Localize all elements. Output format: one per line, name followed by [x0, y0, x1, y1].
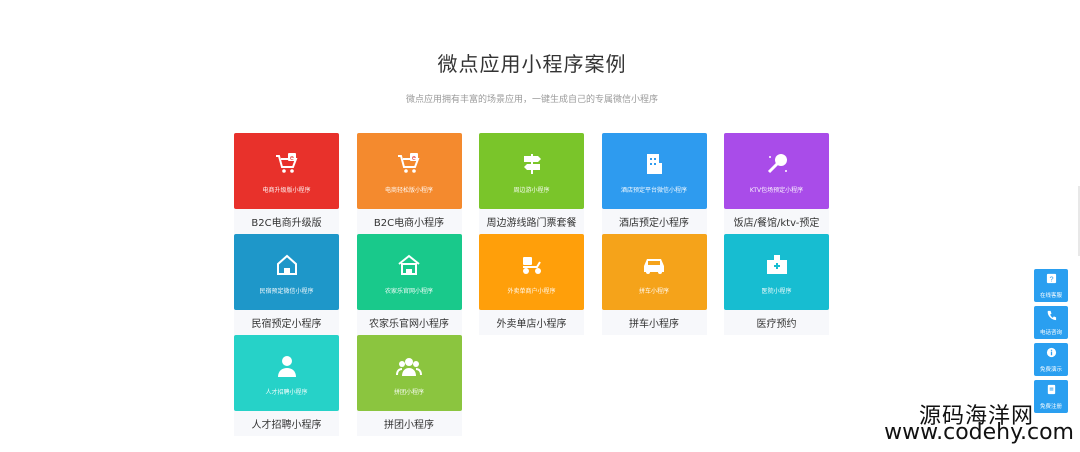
sidebar-button[interactable]: 免费注册 [1034, 380, 1068, 413]
case-card-banner[interactable]: KTV包场预定小程序 [724, 133, 829, 209]
scooter-icon [517, 250, 547, 280]
case-card-subtitle: KTV包场预定小程序 [749, 186, 804, 194]
case-card-banner[interactable]: 民宿预定微信小程序 [234, 234, 339, 310]
group-icon [394, 351, 424, 381]
case-card-banner[interactable]: e 电商轻松版小程序 [356, 133, 462, 209]
case-card-subtitle: 外卖单商户小程序 [507, 287, 556, 295]
case-card-subtitle: 电商升级版小程序 [262, 186, 311, 194]
case-card-banner[interactable]: e 电商升级版小程序 [234, 133, 339, 209]
case-card-title[interactable]: 医疗预约 [724, 310, 829, 335]
case-card-subtitle: 人才招聘小程序 [265, 388, 308, 396]
cart-icon: e [272, 149, 302, 179]
case-card-title[interactable]: B2C电商小程序 [357, 209, 462, 234]
homestay-icon [272, 250, 302, 280]
case-card-banner[interactable]: 外卖单商户小程序 [479, 234, 584, 310]
section-title: 微点应用小程序案例 [437, 52, 627, 76]
svg-text:e: e [412, 155, 416, 162]
floating-sidebar: ? 在线客服电话咨询免费演示免费注册 [1034, 269, 1068, 413]
case-card[interactable]: 酒店预定平台微信小程序酒店预定小程序 [601, 133, 707, 234]
case-card[interactable]: 周边游小程序周边游线路门票套餐 [479, 133, 584, 234]
sidebar-button-label: 免费演示 [1039, 367, 1062, 373]
case-card-title[interactable]: 饭店/餐馆/ktv-预定 [724, 209, 829, 234]
case-card[interactable]: 拼团小程序 拼团小程序 [356, 335, 462, 436]
case-card-title[interactable]: 农家乐官网小程序 [357, 310, 462, 335]
case-card-subtitle: 酒店预定平台微信小程序 [620, 186, 687, 194]
signpost-icon [517, 149, 547, 179]
case-card[interactable]: e 电商升级版小程序 B2C电商升级版 [234, 133, 339, 234]
case-card-subtitle: 拼车小程序 [638, 287, 669, 295]
microphone-icon [762, 149, 792, 179]
case-card[interactable]: 人才招聘小程序 人才招聘小程序 [234, 335, 339, 436]
case-card-title[interactable]: 外卖单店小程序 [479, 310, 584, 335]
question-icon: ? [1046, 272, 1057, 291]
sidebar-button[interactable]: 免费演示 [1034, 343, 1068, 376]
svg-text:?: ? [1049, 275, 1053, 284]
car-icon [639, 250, 669, 280]
case-card-title[interactable]: 周边游线路门票套餐 [479, 209, 584, 234]
cart-icon: e [394, 149, 424, 179]
case-card-title[interactable]: 拼团小程序 [357, 411, 462, 436]
case-card-title[interactable]: 人才招聘小程序 [234, 411, 339, 436]
info-icon [1046, 346, 1057, 365]
person-icon [272, 351, 302, 381]
case-card[interactable]: 拼车小程序 拼车小程序 [601, 234, 707, 335]
case-card-title[interactable]: 民宿预定小程序 [234, 310, 339, 335]
watermark-url: www.codehy.com [884, 420, 1074, 445]
hospital-icon [762, 250, 792, 280]
case-card-subtitle: 周边游小程序 [513, 186, 550, 194]
case-card-banner[interactable]: 人才招聘小程序 [234, 335, 339, 411]
case-card[interactable]: KTV包场预定小程序饭店/餐馆/ktv-预定 [724, 133, 829, 234]
sidebar-button-label: 在线客服 [1039, 293, 1062, 299]
case-card-subtitle: 民宿预定微信小程序 [259, 287, 314, 295]
case-card-subtitle: 电商轻松版小程序 [384, 186, 433, 194]
case-card-subtitle: 农家乐官网小程序 [384, 287, 433, 295]
case-card[interactable]: e 电商轻松版小程序 B2C电商小程序 [356, 133, 462, 234]
case-card-banner[interactable]: 拼团小程序 [356, 335, 462, 411]
sidebar-button[interactable]: 电话咨询 [1034, 306, 1068, 339]
sidebar-button-label: 电话咨询 [1039, 330, 1062, 336]
svg-text:e: e [290, 155, 294, 162]
case-card-banner[interactable]: 酒店预定平台微信小程序 [601, 133, 707, 209]
farmhouse-icon [394, 250, 424, 280]
case-card-title[interactable]: 酒店预定小程序 [602, 209, 707, 234]
case-card-banner[interactable]: 农家乐官网小程序 [356, 234, 462, 310]
document-icon [1046, 383, 1057, 402]
sidebar-button[interactable]: ? 在线客服 [1034, 269, 1068, 302]
section-subtitle: 微点应用拥有丰富的场景应用，一键生成自己的专属微信小程序 [405, 95, 658, 105]
case-card[interactable]: 民宿预定微信小程序民宿预定小程序 [234, 234, 339, 335]
case-card-banner[interactable]: 周边游小程序 [479, 133, 584, 209]
case-card-subtitle: 医院小程序 [761, 287, 792, 295]
case-card[interactable]: 外卖单商户小程序外卖单店小程序 [479, 234, 584, 335]
sidebar-button-label: 免费注册 [1039, 404, 1062, 410]
case-card[interactable]: 医院小程序 医疗预约 [724, 234, 829, 335]
case-card[interactable]: 农家乐官网小程序 农家乐官网小程序 [356, 234, 462, 335]
case-card-banner[interactable]: 医院小程序 [724, 234, 829, 310]
case-card-banner[interactable]: 拼车小程序 [601, 234, 707, 310]
case-grid: e 电商升级版小程序 B2C电商升级版 e 电商轻松版小程序 B2C电商小程序 周边游小程序… [234, 133, 829, 436]
hotel-icon [639, 149, 669, 179]
case-card-title[interactable]: B2C电商升级版 [234, 209, 339, 234]
case-card-subtitle: 拼团小程序 [393, 388, 424, 396]
phone-icon [1046, 309, 1057, 328]
case-card-title[interactable]: 拼车小程序 [602, 310, 707, 335]
